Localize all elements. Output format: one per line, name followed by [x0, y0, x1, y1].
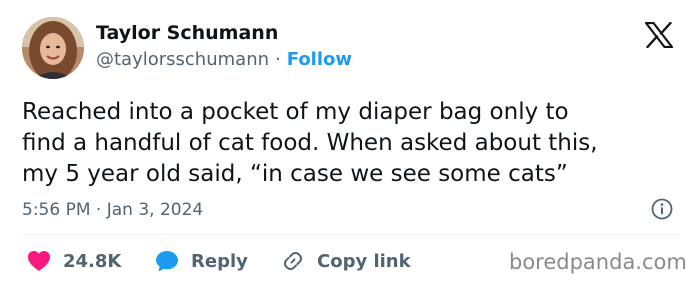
avatar-photo-icon: [22, 17, 84, 79]
divider: [22, 234, 680, 235]
avatar[interactable]: [22, 17, 84, 79]
tweet-timestamp[interactable]: 5:56 PM · Jan 3, 2024: [22, 200, 203, 220]
tweet-text-line: find a handful of cat food. When asked a…: [22, 130, 598, 156]
chat-bubble-icon: [156, 251, 178, 272]
copy-link-button[interactable]: Copy link: [281, 248, 411, 274]
tweet-text: Reached into a pocket of my diaper bag o…: [22, 97, 662, 190]
heart-icon: [28, 251, 50, 271]
link-icon: [283, 251, 303, 271]
copy-link-label: Copy link: [317, 250, 411, 272]
display-name[interactable]: Taylor Schumann: [96, 22, 278, 44]
follow-button[interactable]: Follow: [287, 49, 352, 70]
reply-label: Reply: [191, 250, 248, 272]
reply-button[interactable]: Reply: [155, 248, 248, 274]
like-count: 24.8K: [63, 250, 122, 272]
tweet-text-line: Reached into a pocket of my diaper bag o…: [22, 99, 569, 125]
like-button[interactable]: 24.8K: [27, 248, 121, 274]
x-logo-icon[interactable]: [644, 21, 674, 49]
watermark: boredpanda.com: [509, 250, 687, 274]
info-icon[interactable]: [651, 198, 673, 220]
separator-dot: ·: [275, 49, 281, 70]
tweet-text-line: my 5 year old said, “in case we see some…: [22, 161, 568, 187]
tweet-card: Taylor Schumann @taylorsschumann · Follow …: [0, 0, 700, 287]
user-handle[interactable]: @taylorsschumann: [96, 49, 269, 70]
handle-row: @taylorsschumann · Follow: [96, 49, 352, 70]
